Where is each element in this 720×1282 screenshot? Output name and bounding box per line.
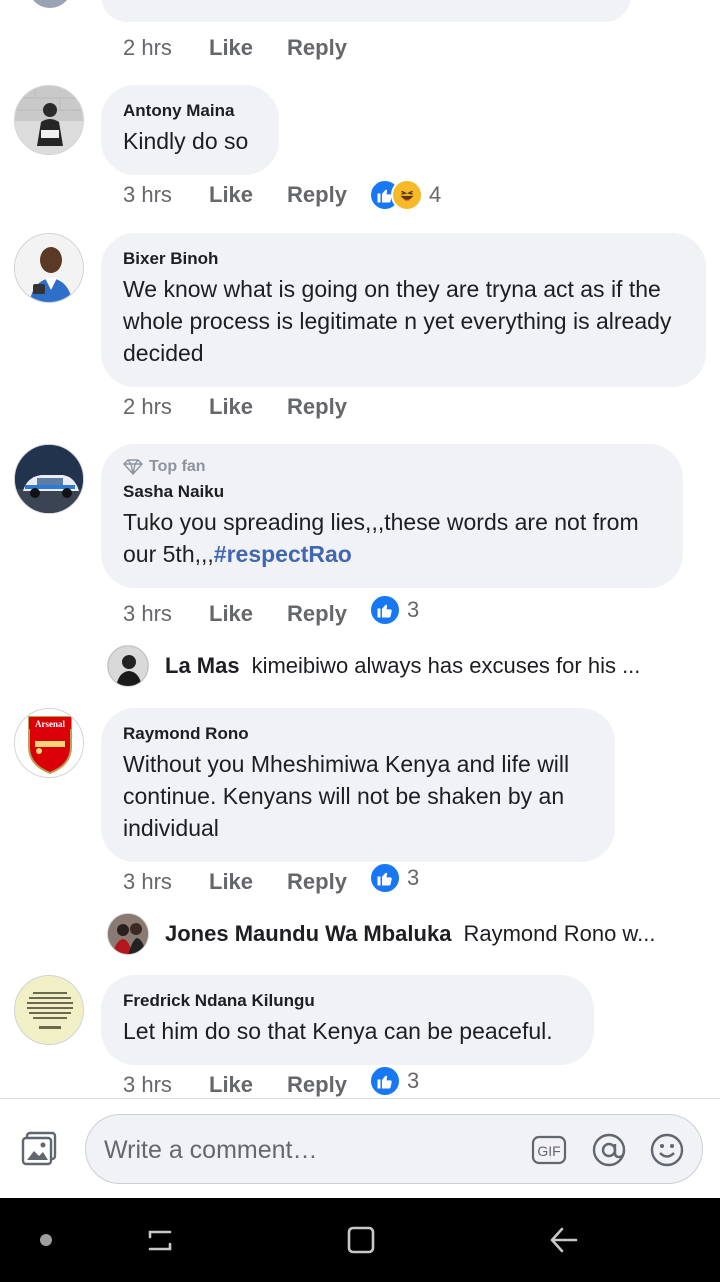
- like-button[interactable]: Like: [209, 394, 253, 420]
- thumbs-up-icon: [368, 862, 401, 894]
- comment-time: 3 hrs: [123, 182, 172, 207]
- comment-meta: 3 hrs Like Reply 3: [123, 594, 420, 631]
- reply-button[interactable]: Reply: [287, 394, 347, 420]
- comment-bubble[interactable]: Antony Maina Kindly do so: [101, 85, 279, 175]
- at-sign-icon[interactable]: [591, 1132, 627, 1168]
- reply-button[interactable]: Reply: [287, 182, 347, 208]
- reaction-summary[interactable]: 3: [368, 862, 420, 894]
- comment-meta: 2 hrs Like Reply: [123, 31, 381, 65]
- reply-text: kimeibiwo always has excuses for his ...: [251, 653, 641, 678]
- avatar-partial: [28, 0, 72, 8]
- comment-text: We know what is going on they are tryna …: [123, 276, 672, 366]
- comment-bubble[interactable]: Raymond Rono Without you Mheshimiwa Keny…: [101, 708, 615, 862]
- reaction-count: 3: [406, 865, 420, 890]
- comment-time: 3 hrs: [123, 869, 172, 894]
- reply-author[interactable]: La Mas: [165, 653, 240, 679]
- reaction-summary[interactable]: 3: [368, 594, 420, 626]
- top-fan-badge: Top fan: [123, 458, 661, 476]
- recent-apps-icon[interactable]: [140, 1220, 180, 1260]
- comment-time: 2 hrs: [123, 35, 172, 60]
- reaction-count: 4: [428, 182, 442, 207]
- comment-time: 2 hrs: [123, 394, 172, 419]
- comment-text: Without you Mheshimiwa Kenya and life wi…: [123, 751, 570, 841]
- comment-text: Kindly do so: [123, 128, 249, 154]
- reaction-count: 3: [406, 597, 420, 622]
- reply-button[interactable]: Reply: [287, 35, 347, 61]
- reply-text: Raymond Rono w...: [463, 921, 656, 946]
- comment-text-body: Tuko you spreading lies,,,these words ar…: [123, 509, 639, 567]
- avatar[interactable]: [14, 444, 84, 514]
- thumbs-up-icon: [368, 1065, 401, 1097]
- commenter-name[interactable]: Fredrick Ndana Kilungu: [123, 991, 572, 1011]
- comment-meta: 3 hrs Like Reply 4: [123, 178, 441, 212]
- top-fan-label: Top fan: [149, 458, 206, 475]
- reply-preview[interactable]: Jones Maundu Wa Mbaluka Raymond Rono w..…: [107, 913, 655, 955]
- system-nav-bar: [0, 1198, 720, 1282]
- diamond-icon: [123, 459, 143, 475]
- like-button[interactable]: Like: [209, 35, 253, 61]
- laughing-face-icon: [390, 179, 423, 211]
- reply-author[interactable]: Jones Maundu Wa Mbaluka: [165, 921, 451, 947]
- commenter-name[interactable]: Bixer Binoh: [123, 249, 684, 269]
- like-button[interactable]: Like: [209, 601, 253, 627]
- comment-text: Let him do so that Kenya can be peaceful…: [123, 1018, 553, 1044]
- dot-icon[interactable]: [26, 1220, 66, 1260]
- home-square-icon[interactable]: [341, 1220, 381, 1260]
- comment-time: 3 hrs: [123, 601, 172, 626]
- reaction-summary[interactable]: 4: [368, 179, 442, 211]
- back-arrow-icon[interactable]: [543, 1220, 583, 1260]
- like-button[interactable]: Like: [209, 1072, 253, 1098]
- reaction-count: 3: [406, 1068, 420, 1093]
- reply-button[interactable]: Reply: [287, 601, 347, 627]
- like-button[interactable]: Like: [209, 182, 253, 208]
- avatar[interactable]: Arsenal: [14, 708, 84, 778]
- comment-text: Tuko you spreading lies,,,these words ar…: [123, 506, 661, 570]
- avatar[interactable]: [14, 233, 84, 303]
- hashtag-link[interactable]: #respectRao: [214, 541, 352, 567]
- reply-button[interactable]: Reply: [287, 869, 347, 895]
- like-button[interactable]: Like: [209, 869, 253, 895]
- comment-bubble[interactable]: Top fan Sasha Naiku Tuko you spreading l…: [101, 444, 683, 588]
- comment-bubble[interactable]: Fredrick Ndana Kilungu Let him do so tha…: [101, 975, 594, 1065]
- gif-label: GIF: [537, 1143, 560, 1159]
- avatar: [107, 913, 149, 955]
- photo-icon[interactable]: [20, 1129, 60, 1169]
- smiley-icon[interactable]: [649, 1132, 685, 1168]
- reaction-summary[interactable]: 3: [368, 1065, 420, 1097]
- avatar: [107, 645, 149, 687]
- comment-time: 3 hrs: [123, 1072, 172, 1097]
- commenter-name[interactable]: Raymond Rono: [123, 724, 593, 744]
- comment-bubble[interactable]: Bixer Binoh We know what is going on the…: [101, 233, 706, 387]
- avatar[interactable]: [14, 975, 84, 1045]
- commenter-name[interactable]: Antony Maina: [123, 101, 257, 121]
- comment-box[interactable]: GIF: [85, 1114, 703, 1184]
- gif-icon[interactable]: GIF: [531, 1132, 567, 1168]
- commenter-name[interactable]: Sasha Naiku: [123, 482, 661, 502]
- reply-preview[interactable]: La Mas kimeibiwo always has excuses for …: [107, 645, 640, 687]
- comment-bubble-partial: [101, 0, 631, 22]
- comment-composer: GIF: [0, 1098, 720, 1198]
- avatar[interactable]: [14, 85, 84, 155]
- comment-meta: 3 hrs Like Reply 3: [123, 862, 420, 899]
- comment-feed[interactable]: 2 hrs Like Reply Antony Maina Kindly do …: [0, 0, 720, 1098]
- comment-meta: 3 hrs Like Reply 3: [123, 1065, 420, 1098]
- reply-button[interactable]: Reply: [287, 1072, 347, 1098]
- thumbs-up-icon: [368, 594, 401, 626]
- comment-meta: 2 hrs Like Reply: [123, 390, 381, 424]
- comment-input[interactable]: [104, 1133, 504, 1167]
- arsenal-crest-text: Arsenal: [35, 719, 65, 729]
